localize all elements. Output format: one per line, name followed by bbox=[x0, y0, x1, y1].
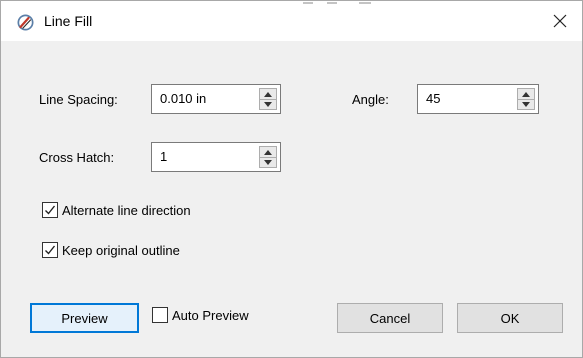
preview-button[interactable]: Preview bbox=[30, 303, 139, 333]
cross-hatch-spin-buttons bbox=[259, 146, 277, 168]
spin-down-button[interactable] bbox=[260, 157, 276, 167]
line-fill-app-icon bbox=[17, 14, 34, 31]
checkbox-box[interactable] bbox=[42, 202, 58, 218]
line-spacing-label: Line Spacing: bbox=[39, 92, 118, 107]
auto-preview-label[interactable]: Auto Preview bbox=[172, 308, 249, 323]
spin-down-icon bbox=[522, 101, 530, 107]
checkbox-box[interactable] bbox=[42, 242, 58, 258]
alternate-line-direction-checkbox[interactable]: Alternate line direction bbox=[42, 202, 191, 218]
ok-button[interactable]: OK bbox=[457, 303, 563, 333]
checkmark-icon bbox=[45, 205, 56, 215]
spin-down-button[interactable] bbox=[260, 99, 276, 109]
angle-spinner[interactable]: 45 bbox=[417, 84, 539, 114]
line-spacing-value[interactable]: 0.010 in bbox=[160, 91, 206, 106]
spin-up-icon bbox=[264, 91, 272, 97]
keep-original-outline-label[interactable]: Keep original outline bbox=[62, 243, 180, 258]
window-title: Line Fill bbox=[44, 13, 93, 29]
angle-label: Angle: bbox=[352, 92, 389, 107]
line-fill-dialog: Line Fill Line Spacing: 0.010 in Angle: bbox=[0, 0, 583, 358]
auto-preview-checkbox[interactable]: Auto Preview bbox=[152, 307, 249, 323]
title-bar-edge-mark bbox=[303, 2, 371, 4]
keep-original-outline-checkbox[interactable]: Keep original outline bbox=[42, 242, 180, 258]
angle-value[interactable]: 45 bbox=[426, 91, 440, 106]
spin-up-button[interactable] bbox=[260, 147, 276, 157]
checkmark-icon bbox=[45, 245, 56, 255]
spin-up-icon bbox=[522, 91, 530, 97]
close-icon bbox=[553, 14, 567, 28]
spin-down-icon bbox=[264, 159, 272, 165]
spin-up-button[interactable] bbox=[260, 89, 276, 99]
cross-hatch-value[interactable]: 1 bbox=[160, 149, 167, 164]
alternate-line-direction-label[interactable]: Alternate line direction bbox=[62, 203, 191, 218]
checkbox-box[interactable] bbox=[152, 307, 168, 323]
spin-up-button[interactable] bbox=[518, 89, 534, 99]
cross-hatch-spinner[interactable]: 1 bbox=[151, 142, 281, 172]
line-spacing-spin-buttons bbox=[259, 88, 277, 110]
spin-up-icon bbox=[264, 149, 272, 155]
close-button[interactable] bbox=[544, 5, 576, 37]
spin-down-icon bbox=[264, 101, 272, 107]
spin-down-button[interactable] bbox=[518, 99, 534, 109]
angle-spin-buttons bbox=[517, 88, 535, 110]
line-spacing-spinner[interactable]: 0.010 in bbox=[151, 84, 281, 114]
cancel-button[interactable]: Cancel bbox=[337, 303, 443, 333]
cross-hatch-label: Cross Hatch: bbox=[39, 150, 115, 165]
title-bar[interactable]: Line Fill bbox=[1, 1, 582, 41]
